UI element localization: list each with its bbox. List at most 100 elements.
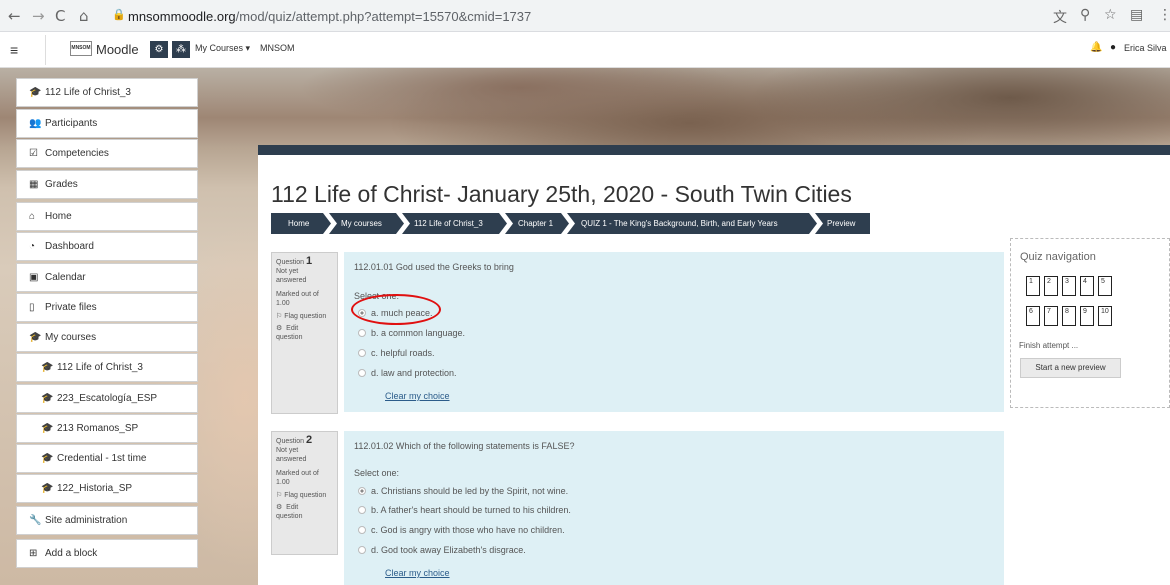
sidebar-item-label: Site administration	[45, 515, 128, 526]
question-nav-button[interactable]: 4	[1080, 276, 1094, 296]
question-content: 112.01.02 Which of the following stateme…	[344, 431, 1004, 585]
sidebar-item-label: 213 Romanos_SP	[57, 423, 139, 434]
radio-button[interactable]	[358, 506, 366, 514]
sidebar-item-competencies[interactable]: ☑ Competencies	[16, 139, 198, 168]
sidebar-item-label: Participants	[45, 118, 98, 129]
forward-arrow-icon[interactable]: →	[32, 7, 45, 25]
graduation-cap-icon: 🎓	[41, 393, 54, 404]
question-nav-button[interactable]: 6	[1026, 306, 1040, 326]
sidebar-item-course-122[interactable]: 🎓 122_Historia_SP	[16, 474, 198, 503]
answer-option[interactable]: b. A father's heart should be turned to …	[358, 505, 571, 515]
sidebar-item-dashboard[interactable]: ◔ Dashboard	[16, 232, 198, 261]
question-nav-button[interactable]: 3	[1062, 276, 1076, 296]
question-nav-button[interactable]: 10	[1098, 306, 1112, 326]
clear-choice-link[interactable]: Clear my choice	[385, 568, 450, 578]
answer-option[interactable]: c. helpful roads.	[358, 348, 435, 358]
translate-icon[interactable]: 文	[1053, 7, 1067, 27]
sidebar-item-my-courses[interactable]: 🎓 My courses	[16, 323, 198, 352]
hamburger-menu-icon[interactable]: ≡	[10, 42, 18, 58]
answer-option[interactable]: d. law and protection.	[358, 368, 457, 378]
home-icon[interactable]: ⌂	[79, 7, 89, 25]
question-nav-button[interactable]: 8	[1062, 306, 1076, 326]
sidebar-item-course-112[interactable]: 🎓 112 Life of Christ_3	[16, 353, 198, 382]
bookmark-star-icon[interactable]: ☆	[1104, 7, 1117, 23]
site-link[interactable]: MNSOM	[260, 43, 295, 53]
question-nav-button[interactable]: 1	[1026, 276, 1040, 296]
question-nav-button[interactable]: 7	[1044, 306, 1058, 326]
file-icon: ▯	[29, 302, 35, 313]
sidebar-item-grades[interactable]: ▦ Grades	[16, 170, 198, 199]
annotation-ellipse	[351, 294, 441, 325]
address-bar[interactable]: mnsommoodle.org/mod/quiz/attempt.php?att…	[128, 9, 531, 24]
settings-gears-icon[interactable]: ⚙	[150, 41, 168, 58]
edit-question-link[interactable]: ⚙ Edit	[276, 324, 333, 333]
answer-option[interactable]: a. Christians should be led by the Spiri…	[358, 486, 568, 496]
sidebar-item-course-223[interactable]: 🎓 223_Escatología_ESP	[16, 384, 198, 413]
start-new-preview-button[interactable]: Start a new preview	[1020, 358, 1121, 378]
answer-option[interactable]: c. God is angry with those who have no c…	[358, 525, 565, 535]
menu-dots-icon[interactable]: ⋮	[1158, 7, 1170, 23]
my-courses-menu[interactable]: My Courses ▾	[195, 43, 250, 54]
breadcrumb-course[interactable]: 112 Life of Christ_3	[414, 213, 483, 234]
radio-button[interactable]	[358, 546, 366, 554]
radio-button[interactable]	[358, 329, 366, 337]
question-nav-button[interactable]: 9	[1080, 306, 1094, 326]
sidebar-item-home[interactable]: ⌂ Home	[16, 202, 198, 231]
sidebar-item-credential[interactable]: 🎓 Credential - 1st time	[16, 444, 198, 473]
sidebar-item-calendar[interactable]: ▣ Calendar	[16, 263, 198, 292]
edit-label: Edit	[286, 325, 299, 332]
finish-attempt-link[interactable]: Finish attempt ...	[1019, 341, 1078, 350]
sidebar-item-private-files[interactable]: ▯ Private files	[16, 293, 198, 322]
question-number: 2	[305, 434, 313, 446]
radio-button[interactable]	[358, 369, 366, 377]
sitemap-icon[interactable]: ⁂	[172, 41, 190, 58]
question-marks-value: 1.00	[276, 300, 290, 307]
brand-label[interactable]: Moodle	[96, 42, 139, 57]
question-marks-label: Marked out of	[276, 470, 319, 477]
radio-button[interactable]	[358, 349, 366, 357]
back-arrow-icon[interactable]: ←	[8, 7, 21, 25]
zoom-icon[interactable]: ⚲	[1080, 7, 1090, 23]
sidebar-item-add-block[interactable]: ⊞ Add a block	[16, 539, 198, 568]
clear-choice-link[interactable]: Clear my choice	[385, 391, 450, 401]
user-menu[interactable]: Erica Silva	[1124, 43, 1167, 53]
flag-question-link[interactable]: ⚐ Flag question	[276, 491, 333, 500]
question-nav-button[interactable]: 5	[1098, 276, 1112, 296]
answer-option[interactable]: b. a common language.	[358, 328, 465, 338]
flag-question-label: Flag question	[284, 313, 327, 320]
notification-bell-icon[interactable]: 🔔	[1090, 42, 1102, 53]
edit-label: question	[276, 334, 303, 341]
sidebar-item-label: 112 Life of Christ_3	[57, 362, 143, 373]
flag-question-label: Flag question	[284, 492, 327, 499]
flag-question-link[interactable]: ⚐ Flag question	[276, 312, 333, 321]
home-icon: ⌂	[29, 211, 36, 222]
breadcrumb-quiz[interactable]: QUIZ 1 - The King's Background, Birth, a…	[581, 213, 778, 234]
reload-icon[interactable]: C	[55, 7, 65, 25]
breadcrumb-my-courses[interactable]: My courses	[341, 213, 382, 234]
breadcrumb-home[interactable]: Home	[288, 213, 309, 234]
answer-option[interactable]: d. God took away Elizabeth's disgrace.	[358, 545, 526, 555]
sidebar-item-course[interactable]: 🎓 112 Life of Christ_3	[16, 78, 198, 107]
sidebar-item-course-213[interactable]: 🎓 213 Romanos_SP	[16, 414, 198, 443]
question-nav-button[interactable]: 2	[1044, 276, 1058, 296]
edit-label: Edit	[286, 504, 299, 511]
radio-button[interactable]	[358, 487, 366, 495]
breadcrumb-chapter[interactable]: Chapter 1	[518, 213, 553, 234]
url-path: /mod/quiz/attempt.php?attempt=15570&cmid…	[235, 9, 532, 24]
sidebar-item-label: 122_Historia_SP	[57, 483, 133, 494]
messages-icon[interactable]: ●	[1110, 42, 1116, 53]
gear-icon: ⚙	[276, 504, 283, 511]
radio-button[interactable]	[358, 526, 366, 534]
breadcrumb-chevron-icon	[396, 213, 410, 234]
sidebar-item-participants[interactable]: 👥 Participants	[16, 109, 198, 138]
sidebar-item-label: Credential - 1st time	[57, 453, 147, 464]
plus-square-icon: ⊞	[29, 548, 38, 559]
question-label: Question	[276, 438, 305, 445]
select-one-label: Select one:	[354, 468, 400, 478]
edit-question-link[interactable]: ⚙ Edit	[276, 503, 333, 512]
extension-icon[interactable]: ▤	[1130, 7, 1143, 23]
graduation-cap-icon: 🎓	[29, 332, 42, 343]
sidebar-item-site-admin[interactable]: 🔧 Site administration	[16, 506, 198, 535]
graduation-cap-icon: 🎓	[41, 453, 54, 464]
question-info: Question 1 Not yet answered Marked out o…	[271, 252, 338, 414]
